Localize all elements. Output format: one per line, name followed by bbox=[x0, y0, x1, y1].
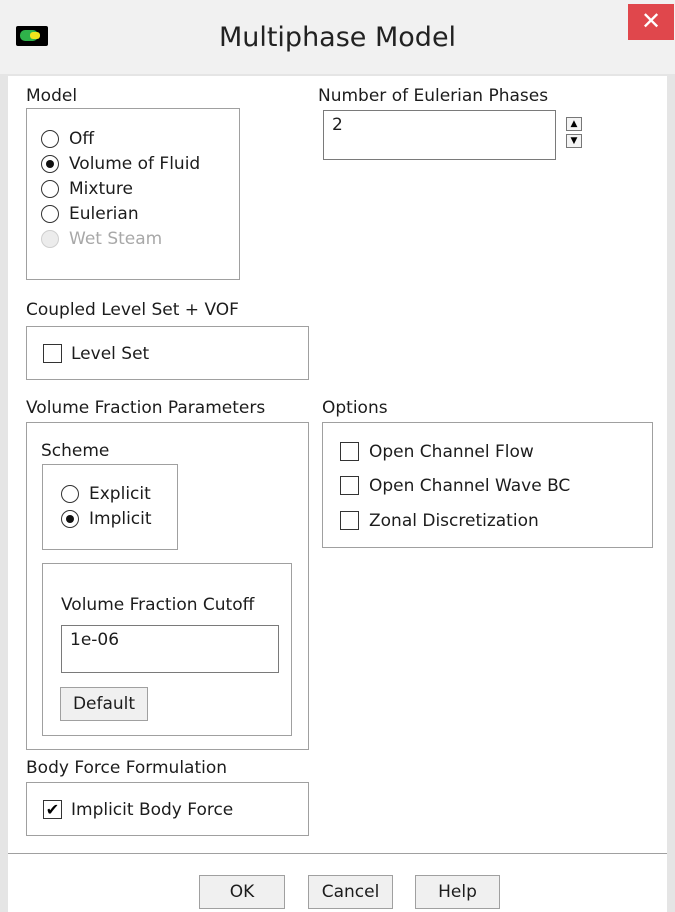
implicit-body-force-label[interactable]: Implicit Body Force bbox=[71, 800, 233, 820]
model-vof-label[interactable]: Volume of Fluid bbox=[69, 154, 200, 174]
level-set-checkbox[interactable] bbox=[43, 344, 62, 363]
options-group-label: Options bbox=[322, 398, 388, 418]
model-group: Off Volume of Fluid Mixture Eulerian Wet… bbox=[26, 108, 240, 280]
model-eulerian-radio[interactable] bbox=[41, 205, 59, 223]
cutoff-label: Volume Fraction Cutoff bbox=[61, 595, 255, 615]
zonal-discretization-label[interactable]: Zonal Discretization bbox=[369, 511, 539, 531]
model-eulerian-label[interactable]: Eulerian bbox=[69, 204, 139, 224]
cutoff-input[interactable]: 1e-06 bbox=[61, 625, 279, 673]
cutoff-default-button[interactable]: Default bbox=[60, 687, 148, 721]
phases-increment-button[interactable]: ▲ bbox=[566, 117, 582, 131]
model-group-label: Model bbox=[26, 86, 78, 106]
scheme-implicit-radio[interactable] bbox=[61, 510, 79, 528]
multiphase-model-dialog: Multiphase Model ✕ Model Off Volume of F… bbox=[0, 0, 675, 912]
frame-right-border bbox=[667, 74, 675, 912]
help-button[interactable]: Help bbox=[415, 875, 500, 909]
open-channel-wave-bc-checkbox[interactable] bbox=[340, 476, 359, 495]
frame-left-border bbox=[0, 74, 8, 912]
title-bar[interactable]: Multiphase Model ✕ bbox=[0, 0, 675, 74]
open-channel-flow-checkbox[interactable] bbox=[340, 442, 359, 461]
cancel-button[interactable]: Cancel bbox=[308, 875, 393, 909]
open-channel-flow-label[interactable]: Open Channel Flow bbox=[369, 442, 534, 462]
vfp-group-label: Volume Fraction Parameters bbox=[26, 398, 266, 418]
vfp-group: Scheme Explicit Implicit Volume Fraction… bbox=[26, 422, 309, 750]
model-vof-radio[interactable] bbox=[41, 155, 59, 173]
model-off-radio[interactable] bbox=[41, 130, 59, 148]
ok-button[interactable]: OK bbox=[199, 875, 285, 909]
scheme-explicit-radio[interactable] bbox=[61, 485, 79, 503]
coupled-group: Level Set bbox=[26, 326, 309, 380]
coupled-group-label: Coupled Level Set + VOF bbox=[26, 300, 239, 320]
body-force-group-label: Body Force Formulation bbox=[26, 758, 228, 778]
body-force-group: ✔ Implicit Body Force bbox=[26, 782, 309, 836]
scheme-explicit-label[interactable]: Explicit bbox=[89, 484, 151, 504]
phases-decrement-button[interactable]: ▼ bbox=[566, 134, 582, 148]
level-set-label[interactable]: Level Set bbox=[71, 344, 149, 364]
model-mixture-label[interactable]: Mixture bbox=[69, 179, 133, 199]
close-button[interactable]: ✕ bbox=[628, 4, 674, 40]
implicit-body-force-checkbox[interactable]: ✔ bbox=[43, 800, 62, 819]
frame-top-border bbox=[0, 74, 675, 76]
scheme-implicit-label[interactable]: Implicit bbox=[89, 509, 152, 529]
phases-input[interactable]: 2 bbox=[323, 110, 556, 160]
model-wet-steam-radio bbox=[41, 230, 59, 248]
scheme-group-label: Scheme bbox=[41, 441, 110, 461]
scheme-group: Explicit Implicit bbox=[42, 464, 178, 550]
button-row-separator bbox=[8, 853, 667, 854]
model-mixture-radio[interactable] bbox=[41, 180, 59, 198]
phases-label: Number of Eulerian Phases bbox=[318, 86, 549, 106]
cutoff-group: Volume Fraction Cutoff 1e-06 Default bbox=[42, 563, 292, 736]
zonal-discretization-checkbox[interactable] bbox=[340, 511, 359, 530]
model-off-label[interactable]: Off bbox=[69, 129, 94, 149]
open-channel-wave-bc-label[interactable]: Open Channel Wave BC bbox=[369, 476, 570, 496]
model-wet-steam-label: Wet Steam bbox=[69, 229, 163, 249]
options-group: Open Channel Flow Open Channel Wave BC Z… bbox=[322, 422, 653, 548]
window-title: Multiphase Model bbox=[218, 22, 457, 53]
